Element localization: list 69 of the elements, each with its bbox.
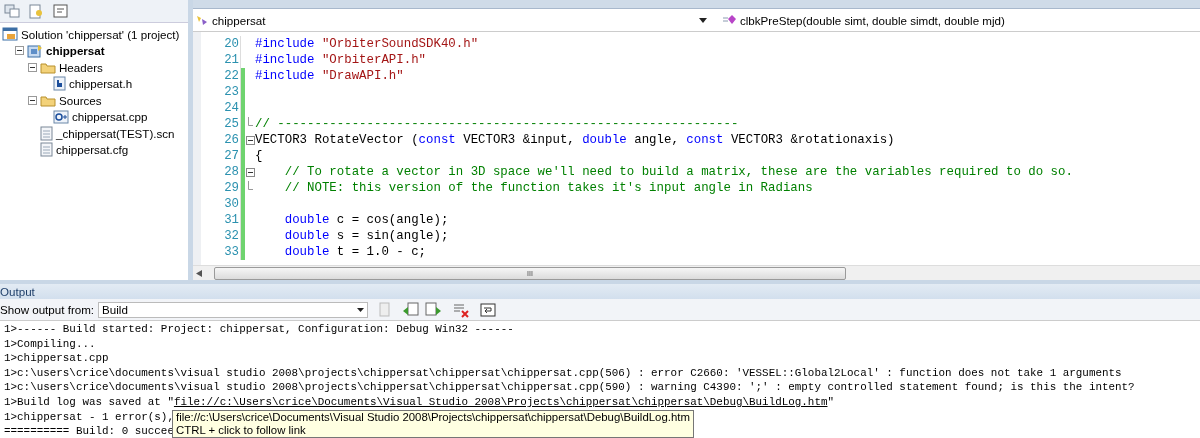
dropdown-arrow-icon bbox=[357, 307, 365, 312]
code-line: #include "OrbiterAPI.h" bbox=[255, 53, 427, 67]
output-line: 1>c:\users\crice\documents\visual studio 2008\projects\chippersat\chippersat\chippersat.cpp(590) : warning C4390: ';' : empty controlled statement found; is this the intent? bbox=[4, 381, 1135, 394]
output-line: ========== Build: 0 succee bbox=[4, 425, 174, 438]
output-line: 1>chippersat.cpp bbox=[4, 352, 109, 365]
file-icon bbox=[40, 125, 53, 141]
panel-title: Output bbox=[0, 285, 35, 298]
tree-item[interactable]: chippersat.h bbox=[69, 77, 133, 91]
tree-item[interactable]: Solution 'chippersat' (1 project) bbox=[21, 27, 180, 41]
code-line: // NOTE: this version of the function takes it's input angle in Radians bbox=[283, 181, 813, 195]
collapse-toggle[interactable] bbox=[28, 95, 37, 105]
line-number: 28 bbox=[223, 165, 239, 179]
output-line: 1>chippersat - 1 error(s), bbox=[4, 410, 174, 423]
line-number: 21 bbox=[223, 53, 239, 67]
file-icon bbox=[40, 142, 53, 158]
show-output-label: Show output from: bbox=[0, 303, 95, 316]
line-number: 29 bbox=[223, 181, 239, 195]
code-line: double s = sin(angle); bbox=[283, 229, 449, 243]
method-icon bbox=[723, 14, 737, 26]
tooltip-hint: CTRL + click to follow link bbox=[176, 424, 307, 437]
project-icon bbox=[27, 43, 43, 58]
code-line: VECTOR3 RotateVector (const VECTOR3 &input, double angle, const VECTOR3 &rotationaxis) bbox=[255, 133, 895, 147]
code-line: #include "DrawAPI.h" bbox=[255, 69, 404, 83]
folder-icon bbox=[40, 93, 56, 107]
tree-item[interactable]: chippersat.cfg bbox=[56, 143, 129, 157]
line-number: 23 bbox=[223, 85, 239, 99]
next-message-icon[interactable] bbox=[424, 301, 443, 318]
code-line: double c = cos(angle); bbox=[283, 213, 449, 227]
code-line: // To rotate a vector in 3D space we'll need to build a matrix, these are the variables required to do so. bbox=[283, 165, 1073, 179]
dropdown-arrow-icon[interactable] bbox=[699, 17, 707, 23]
line-number: 30 bbox=[223, 197, 239, 211]
cpp-file-icon bbox=[53, 109, 69, 124]
collapse-toggle[interactable] bbox=[15, 46, 24, 56]
collapse-icon[interactable] bbox=[246, 167, 255, 177]
tree-item[interactable]: _chippersat(TEST).scn bbox=[56, 126, 175, 140]
output-line: 1>Build log was saved at "file://c:\Users\crice\Documents\Visual Studio 2008\Projects\chippersat\chippersat\Debug\BuildLog.htm" bbox=[4, 395, 834, 408]
collapse-icon[interactable] bbox=[246, 135, 255, 145]
output-line: 1>------ Build started: Project: chippersat, Configuration: Debug Win32 ------ bbox=[4, 323, 514, 335]
folder-icon bbox=[40, 60, 56, 74]
tree-item[interactable]: chippersat bbox=[46, 44, 105, 58]
tree-item[interactable]: chippersat.cpp bbox=[72, 110, 148, 124]
header-file-icon bbox=[53, 76, 66, 92]
line-number: 22 bbox=[223, 69, 239, 83]
code-line: double t = 1.0 - c; bbox=[283, 245, 427, 259]
line-number: 25 bbox=[223, 117, 239, 131]
code-line: #include "OrbiterSoundSDK40.h" bbox=[255, 37, 479, 51]
line-number: 31 bbox=[223, 213, 239, 227]
word-wrap-icon[interactable] bbox=[480, 302, 497, 317]
tooltip-path: file://c:\Users\crice\Documents\Visual Studio 2008\Projects\chippersat\chippersat\Debug\BuildLog.htm bbox=[176, 411, 690, 424]
output-line: 1>Compiling... bbox=[4, 337, 96, 350]
scroll-left-icon[interactable] bbox=[196, 269, 202, 277]
tree-item[interactable]: Headers bbox=[59, 60, 103, 74]
line-number: 24 bbox=[223, 101, 239, 115]
class-icon bbox=[195, 14, 209, 26]
output-source-dropdown[interactable]: Build bbox=[98, 301, 369, 318]
clear-all-icon[interactable] bbox=[452, 301, 471, 318]
line-number: 33 bbox=[223, 245, 239, 259]
line-number: 20 bbox=[223, 37, 239, 51]
previous-message-icon[interactable] bbox=[402, 301, 421, 318]
line-number: 32 bbox=[223, 229, 239, 243]
code-line: // -------------------------------------------------------------- bbox=[255, 117, 739, 131]
file-link[interactable]: file://c:\Users\crice\Documents\Visual Studio 2008\Projects\chippersat\chippersat\Debug\BuildLog.htm bbox=[173, 395, 828, 408]
tree-item[interactable]: Sources bbox=[59, 93, 102, 107]
output-line: 1>c:\users\crice\documents\visual studio 2008\projects\chippersat\chippersat\chippersat.cpp(506) : error C2660: 'VESSEL::Global2Local' : function does not take 1 arguments bbox=[4, 366, 1122, 379]
properties-icon[interactable] bbox=[4, 4, 20, 18]
collapse-toggle[interactable] bbox=[28, 62, 37, 72]
line-number: 26 bbox=[223, 133, 239, 147]
code-line: { bbox=[255, 149, 263, 163]
line-number: 27 bbox=[223, 149, 239, 163]
